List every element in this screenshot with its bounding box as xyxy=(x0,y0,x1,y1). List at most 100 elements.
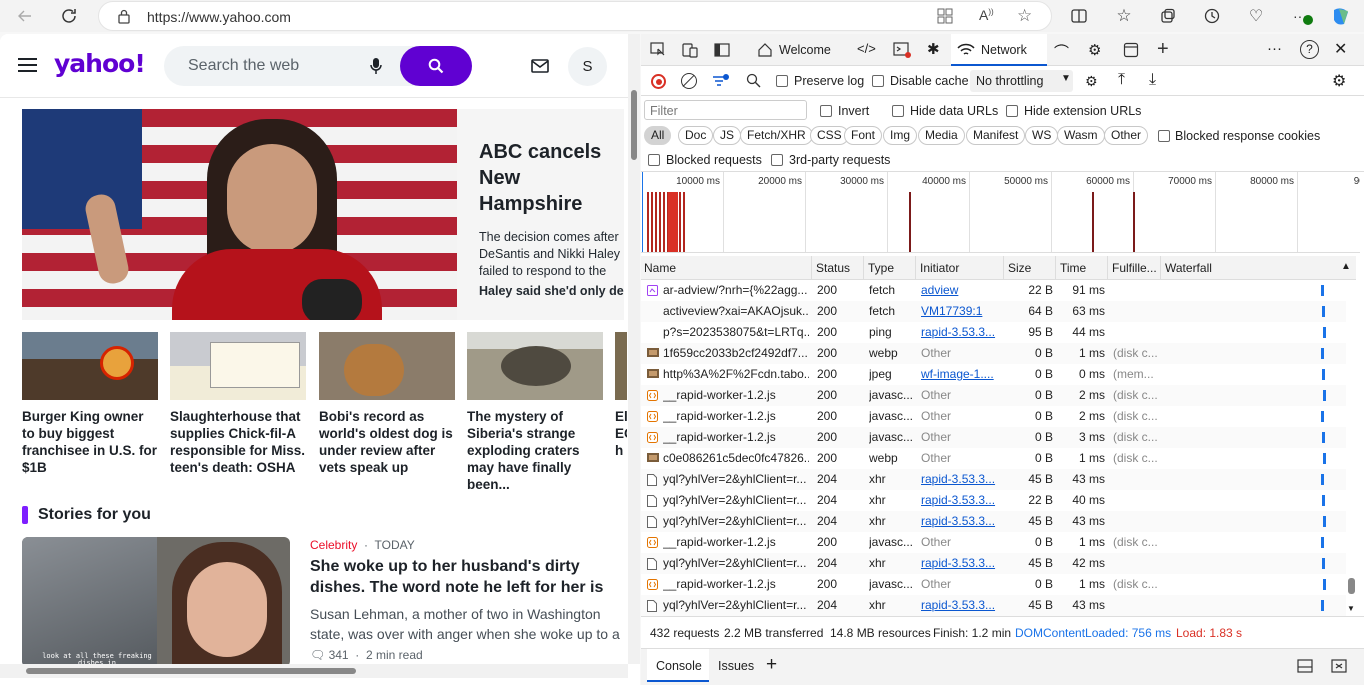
third-party-checkbox[interactable] xyxy=(771,154,783,166)
col-type[interactable]: Type xyxy=(865,256,916,280)
news-card-burger-king[interactable]: Burger King owner to buy biggest franchi… xyxy=(22,332,158,476)
mail-icon[interactable] xyxy=(531,59,549,76)
refresh-icon[interactable] xyxy=(57,4,81,28)
back-arrow-icon[interactable] xyxy=(13,4,37,28)
request-initiator[interactable]: rapid-3.53.3... xyxy=(921,469,1001,490)
table-row[interactable]: activeview?xai=AKAOjsuk... 200 fetch VM1773… xyxy=(641,301,1346,322)
table-row[interactable]: yql?yhlVer=2&yhlClient=r... 204 xhr rapid-3… xyxy=(641,595,1346,616)
table-scrollbar[interactable]: ▼ xyxy=(1347,280,1356,616)
table-row[interactable]: __rapid-worker-1.2.js 200 javasc... Other 0 … xyxy=(641,574,1346,595)
network-conditions-icon[interactable]: ⚙ xyxy=(1085,73,1098,90)
tab-welcome[interactable]: Welcome xyxy=(779,43,831,57)
yahoo-logo[interactable]: yahoo! xyxy=(54,49,146,78)
chip-font[interactable]: Font xyxy=(844,126,883,145)
hamburger-menu-icon[interactable] xyxy=(18,58,37,76)
story-category[interactable]: Celebrity xyxy=(310,538,357,552)
col-waterfall[interactable]: Waterfall xyxy=(1162,256,1342,280)
tab-console[interactable]: Console xyxy=(647,649,709,682)
table-scroll-thumb[interactable] xyxy=(1348,578,1355,594)
avatar[interactable]: S xyxy=(568,47,607,86)
read-aloud-icon[interactable]: A)) xyxy=(979,7,994,23)
elements-code-icon[interactable]: </> xyxy=(857,41,876,56)
table-row[interactable]: yql?yhlVer=2&yhlClient=r... 204 xhr rapid-3… xyxy=(641,553,1346,574)
col-fulfilled[interactable]: Fulfille... xyxy=(1109,256,1161,280)
story-headline[interactable]: She woke up to her husband's dirty dishe… xyxy=(310,556,628,598)
horizontal-scroll-thumb[interactable] xyxy=(26,668,356,674)
help-icon[interactable]: ? xyxy=(1300,40,1319,59)
news-card-siberia[interactable]: The mystery of Siberia's strange explodi… xyxy=(467,332,603,493)
add-drawer-tab-icon[interactable]: + xyxy=(766,654,777,676)
table-row[interactable]: http%3A%2F%2Fcdn.tabo... 200 jpeg wf-image-… xyxy=(641,364,1346,385)
filter-icon[interactable] xyxy=(713,74,729,91)
vertical-scrollbar[interactable] xyxy=(628,34,640,664)
table-row[interactable]: ar-adview/?nrh={%22agg... 200 fetch adview 2… xyxy=(641,280,1346,301)
chip-manifest[interactable]: Manifest xyxy=(966,126,1026,145)
performance-heart-icon[interactable]: ♡ xyxy=(1244,4,1268,28)
close-devtools-icon[interactable]: ✕ xyxy=(1334,39,1347,59)
hero-image[interactable] xyxy=(22,109,457,320)
microphone-icon[interactable] xyxy=(370,57,382,78)
request-initiator[interactable]: rapid-3.53.3... xyxy=(921,553,1001,574)
news-card-bobi[interactable]: Bobi's record as world's oldest dog is u… xyxy=(319,332,455,476)
hide-data-urls-checkbox[interactable] xyxy=(892,105,904,117)
col-initiator[interactable]: Initiator xyxy=(917,256,1004,280)
address-bar[interactable]: https://www.yahoo.com A)) ☆ xyxy=(98,1,1052,31)
search-input[interactable]: Search the web xyxy=(188,57,299,75)
table-row[interactable]: __rapid-worker-1.2.js 200 javasc... Other 0 … xyxy=(641,532,1346,553)
settings-gear-icon[interactable]: ⚙ xyxy=(1088,41,1101,59)
lock-icon[interactable] xyxy=(117,9,131,27)
sort-ascending-icon[interactable]: ▲ xyxy=(1341,261,1351,272)
disable-cache-checkbox[interactable] xyxy=(872,75,884,87)
table-row[interactable]: yql?yhlVer=2&yhlClient=r... 204 xhr rapid-3… xyxy=(641,490,1346,511)
export-har-icon[interactable]: ⤓ xyxy=(1149,71,1156,89)
yahoo-search-box[interactable]: Search the web xyxy=(164,46,472,86)
col-name[interactable]: Name xyxy=(641,256,812,280)
add-tab-icon[interactable]: + xyxy=(1157,38,1169,61)
device-emulation-icon[interactable] xyxy=(682,42,698,61)
table-row[interactable]: __rapid-worker-1.2.js 200 javasc... Other 0 … xyxy=(641,406,1346,427)
blocked-requests-checkbox[interactable] xyxy=(648,154,660,166)
chip-other[interactable]: Other xyxy=(1104,126,1149,145)
hero-sub[interactable]: Haley said she'd only debate xyxy=(479,284,624,298)
col-time[interactable]: Time xyxy=(1057,256,1108,280)
vertical-scroll-thumb[interactable] xyxy=(631,90,637,160)
chip-all[interactable]: All xyxy=(644,126,672,145)
hero-story[interactable]: ABC cancels New Hampshire Republican pri… xyxy=(22,109,624,320)
col-status[interactable]: Status xyxy=(813,256,864,280)
split-screen-icon[interactable] xyxy=(1067,4,1091,28)
scroll-down-icon[interactable]: ▼ xyxy=(1347,604,1355,613)
chip-fetch-xhr[interactable]: Fetch/XHR xyxy=(740,126,813,145)
tab-network[interactable]: Network xyxy=(951,34,1047,66)
debugger-bug-icon[interactable]: ✱ xyxy=(927,40,940,58)
chip-img[interactable]: Img xyxy=(883,126,918,145)
chip-wasm[interactable]: Wasm xyxy=(1057,126,1105,145)
home-icon[interactable] xyxy=(757,42,773,61)
preserve-log-checkbox[interactable] xyxy=(776,75,788,87)
news-card-partial[interactable]: El EC h xyxy=(615,332,627,459)
url-text[interactable]: https://www.yahoo.com xyxy=(147,9,291,25)
more-options-icon[interactable]: ··· xyxy=(1267,40,1282,57)
hero-headline[interactable]: ABC cancels New Hampshire Republican pri… xyxy=(479,139,624,217)
news-card-slaughterhouse[interactable]: Slaughterhouse that supplies Chick-fil-A… xyxy=(170,332,306,476)
overview-timeline[interactable]: 10000 ms 20000 ms 30000 ms 40000 ms 50000 ms… xyxy=(641,172,1360,253)
favorite-star-icon[interactable]: ☆ xyxy=(1017,6,1032,26)
comment-icon[interactable]: 🗨 xyxy=(310,648,325,662)
table-row[interactable]: c0e086261c5dec0fc47826... 200 webp Other 0 B… xyxy=(641,448,1346,469)
request-initiator[interactable]: adview xyxy=(921,280,1001,301)
inspect-element-icon[interactable] xyxy=(650,42,666,61)
app-available-icon[interactable] xyxy=(937,8,953,27)
history-icon[interactable] xyxy=(1200,4,1224,28)
favorites-icon[interactable]: ☆ xyxy=(1112,4,1136,28)
application-icon[interactable] xyxy=(1123,42,1139,61)
chip-media[interactable]: Media xyxy=(918,126,965,145)
table-row[interactable]: __rapid-worker-1.2.js 200 javasc... Other 0 … xyxy=(641,427,1346,448)
filter-input[interactable]: Filter xyxy=(644,100,807,120)
network-settings-gear-icon[interactable]: ⚙ xyxy=(1332,71,1346,91)
console-icon[interactable] xyxy=(893,42,911,61)
chip-js[interactable]: JS xyxy=(713,126,742,145)
table-row[interactable]: p?s=2023538075&t=LRTq... 200 ping rapid-3.5… xyxy=(641,322,1346,343)
search-icon[interactable] xyxy=(746,73,761,91)
table-row[interactable]: __rapid-worker-1.2.js 200 javasc... Other 0 … xyxy=(641,385,1346,406)
invert-checkbox[interactable] xyxy=(820,105,832,117)
import-har-icon[interactable]: ⤒ xyxy=(1118,71,1125,89)
